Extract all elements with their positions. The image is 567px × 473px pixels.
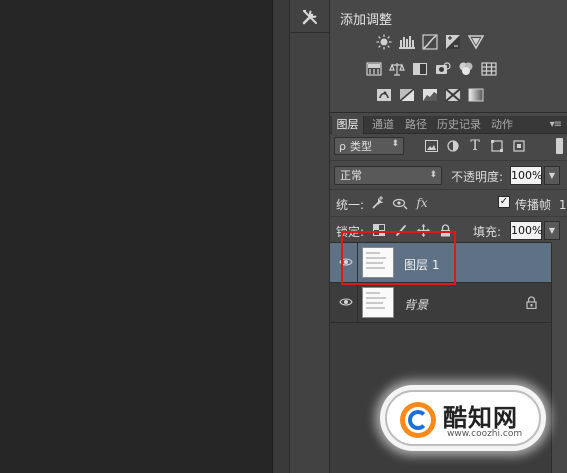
- filter-adjustment-icon[interactable]: [446, 139, 460, 153]
- opacity-input[interactable]: 100%: [510, 166, 542, 185]
- watermark-badge: 酷知网 www.coozhi.com: [380, 385, 546, 451]
- photo-filter-icon[interactable]: [435, 61, 451, 77]
- filter-toggle-switch[interactable]: [556, 138, 563, 154]
- channel-mixer-icon[interactable]: [458, 61, 474, 77]
- invert-icon[interactable]: [376, 87, 392, 103]
- propagate-frame-label: 传播帧 1: [515, 196, 566, 213]
- eye-icon[interactable]: [338, 296, 354, 308]
- select-arrows-icon: ⬍: [429, 170, 437, 180]
- fill-dropdown-button[interactable]: ▼: [544, 221, 560, 240]
- unify-style-icon[interactable]: fx: [414, 195, 430, 211]
- tab-history[interactable]: 历史记录: [434, 116, 484, 134]
- curves-icon[interactable]: [422, 34, 438, 50]
- toolstrip-separator: [290, 32, 330, 33]
- filter-type-icon[interactable]: T: [468, 138, 482, 154]
- unify-position-icon[interactable]: [370, 195, 386, 211]
- tab-layers[interactable]: 图层: [332, 116, 364, 134]
- blend-mode-value: 正常: [340, 169, 362, 182]
- panel-divider[interactable]: [272, 0, 290, 473]
- fill-label: 填充:: [473, 225, 502, 239]
- posterize-icon[interactable]: [399, 87, 415, 103]
- document-canvas[interactable]: [0, 0, 272, 473]
- annotation-highlight-box: [341, 231, 456, 285]
- tab-channels[interactable]: 通道: [368, 116, 398, 134]
- filter-search-icon: ρ: [339, 139, 346, 153]
- blend-opacity-row: 正常 ⬍ 不透明度: 100% ▼: [330, 160, 567, 188]
- select-arrows-icon: ⬍: [391, 139, 399, 149]
- watermark-logo-icon: [400, 402, 436, 438]
- levels-icon[interactable]: [399, 34, 415, 50]
- layers-scrollbar[interactable]: [551, 242, 567, 473]
- layer-thumbnail: [362, 287, 394, 318]
- layer-filter-row: ρ 类型 ⬍ T: [330, 135, 567, 159]
- propagate-frame-checkbox[interactable]: ✓: [498, 196, 510, 208]
- adjustments-row-2: [366, 61, 497, 77]
- adjustments-row-3: [376, 87, 484, 103]
- lock-icon: [526, 296, 537, 312]
- black-white-icon[interactable]: [412, 61, 428, 77]
- tab-paths[interactable]: 路径: [402, 116, 430, 134]
- unify-row: 统一: fx ✓ 传播帧 1: [330, 189, 567, 215]
- panel-menu-icon[interactable]: ▾≡: [550, 119, 562, 130]
- adjustments-panel: 添加调整: [330, 0, 567, 113]
- opacity-label: 不透明度:: [451, 170, 504, 184]
- exposure-icon[interactable]: [445, 34, 461, 50]
- filter-smart-object-icon[interactable]: [512, 139, 526, 153]
- watermark-title: 酷知网: [443, 403, 518, 432]
- blend-mode-select[interactable]: 正常 ⬍: [334, 166, 442, 185]
- propagate-frame-value: 1: [558, 198, 567, 212]
- adjustments-title: 添加调整: [340, 13, 393, 28]
- adjustments-row-1: [376, 34, 484, 50]
- layer-name[interactable]: 背景: [404, 296, 428, 313]
- color-balance-icon[interactable]: [389, 61, 405, 77]
- threshold-icon[interactable]: [422, 87, 438, 103]
- color-lookup-icon[interactable]: [481, 61, 497, 77]
- tools-icon[interactable]: [297, 4, 323, 30]
- filter-kind-label: 类型: [349, 140, 372, 153]
- layers-tabbar: 图层 通道 路径 历史记录 动作 ▾≡: [330, 116, 567, 134]
- filter-kind-select[interactable]: ρ 类型 ⬍: [334, 137, 404, 155]
- opacity-dropdown-button[interactable]: ▼: [544, 166, 560, 185]
- propagate-frame-text: 传播帧: [515, 198, 552, 212]
- watermark-url: www.coozhi.com: [447, 429, 523, 439]
- unify-label: 统一:: [336, 198, 365, 212]
- vibrance-icon[interactable]: [468, 34, 484, 50]
- selective-color-icon[interactable]: [445, 87, 461, 103]
- filter-shape-icon[interactable]: [490, 139, 504, 153]
- panel-dock-strip: [290, 0, 330, 473]
- hue-saturation-icon[interactable]: [366, 61, 382, 77]
- tab-actions[interactable]: 动作: [488, 116, 516, 134]
- filter-pixel-icon[interactable]: [424, 139, 438, 153]
- fill-input[interactable]: 100%: [510, 221, 542, 240]
- watermark-inner: 酷知网 www.coozhi.com: [385, 390, 541, 446]
- gradient-map-icon[interactable]: [468, 87, 484, 103]
- brightness-contrast-icon[interactable]: [376, 34, 392, 50]
- layer-row-background[interactable]: 背景: [330, 283, 551, 323]
- unify-visibility-icon[interactable]: [392, 195, 408, 211]
